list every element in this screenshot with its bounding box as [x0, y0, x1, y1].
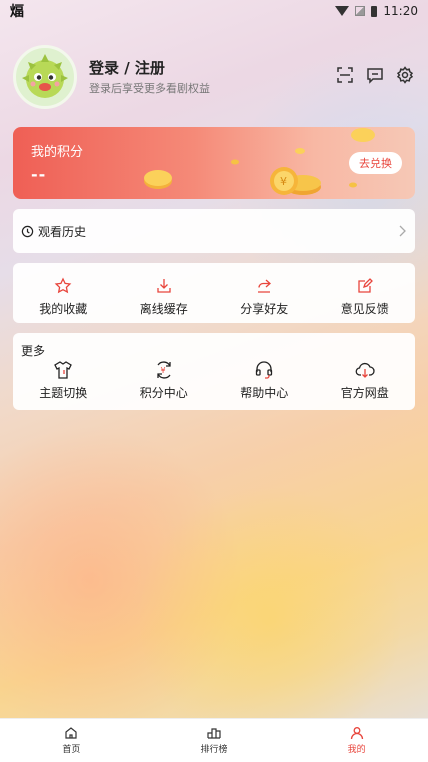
cloud-download-icon [354, 359, 376, 381]
ranking-icon [207, 728, 221, 739]
watch-history-label: 观看历史 [38, 224, 87, 239]
durian-mascot-icon [22, 54, 68, 98]
official-drive-label: 官方网盘 [340, 386, 389, 400]
login-subtitle: 登录后享受更多看剧权益 [89, 82, 210, 95]
feedback-label: 意见反馈 [340, 302, 389, 316]
favorites-label: 我的收藏 [39, 302, 88, 316]
clock-icon [21, 225, 34, 237]
redeem-button[interactable]: 去兑换 [349, 152, 402, 174]
watch-history-row[interactable]: 观看历史 [13, 209, 415, 253]
offline-cache-button[interactable]: 离线缓存 [114, 275, 215, 317]
signal-icon [355, 6, 366, 16]
wifi-icon [335, 6, 350, 16]
home-icon [65, 727, 77, 739]
star-icon [52, 275, 74, 297]
status-right: 11:20 [335, 4, 418, 18]
more-row: 主题切换 ¥ 积分中心 帮助中心 官方网盘 [13, 359, 415, 401]
edit-icon [354, 275, 376, 297]
points-value: -- [31, 165, 47, 184]
favorites-button[interactable]: 我的收藏 [13, 275, 114, 317]
header-actions [335, 65, 415, 85]
download-icon [153, 275, 175, 297]
nav-ranking[interactable]: 排行榜 [143, 719, 286, 762]
login-register-link[interactable]: 登录 / 注册 [89, 57, 165, 78]
battery-icon [371, 5, 378, 17]
offline-cache-label: 离线缓存 [139, 302, 188, 316]
feedback-button[interactable]: 意见反馈 [315, 275, 416, 317]
message-icon[interactable] [365, 65, 385, 85]
share-icon [253, 275, 275, 297]
more-card: 更多 主题切换 ¥ 积分中心 帮助中心 官方网盘 [13, 333, 415, 410]
chevron-right-icon [399, 225, 406, 237]
theme-switch-button[interactable]: 主题切换 [13, 359, 114, 401]
profile-header: 登录 / 注册 登录后享受更多看剧权益 [13, 45, 415, 109]
nav-home-label: 首页 [62, 745, 81, 755]
nav-home[interactable]: 首页 [0, 719, 143, 762]
quick-actions-row: 我的收藏 离线缓存 分享好友 意见反馈 [13, 275, 415, 317]
bottom-nav: 首页 排行榜 我的 [0, 718, 428, 762]
user-icon [350, 727, 363, 740]
share-button[interactable]: 分享好友 [214, 275, 315, 317]
nav-mine-label: 我的 [347, 745, 366, 755]
help-center-label: 帮助中心 [240, 386, 289, 400]
gear-icon[interactable] [395, 65, 415, 85]
points-center-button[interactable]: ¥ 积分中心 [114, 359, 215, 401]
points-icon: ¥ [153, 359, 175, 381]
share-label: 分享好友 [240, 302, 289, 316]
svg-text:¥: ¥ [160, 366, 165, 375]
nav-mine[interactable]: 我的 [285, 719, 428, 762]
nav-ranking-label: 排行榜 [200, 745, 228, 755]
status-left-glyph: 煏 [10, 4, 24, 20]
quick-actions-card: 我的收藏 离线缓存 分享好友 意见反馈 [13, 263, 415, 323]
theme-switch-label: 主题切换 [39, 386, 88, 400]
more-title: 更多 [21, 344, 46, 358]
status-time: 11:20 [383, 4, 418, 18]
help-center-button[interactable]: 帮助中心 [214, 359, 315, 401]
points-title: 我的积分 [31, 145, 84, 160]
official-drive-button[interactable]: 官方网盘 [315, 359, 416, 401]
headset-icon [253, 359, 275, 381]
tshirt-icon [52, 359, 74, 381]
avatar[interactable] [13, 45, 77, 109]
points-card: ¥ 我的积分 -- 去兑换 [13, 127, 415, 199]
svg-text:¥: ¥ [280, 175, 287, 188]
scan-icon[interactable] [335, 65, 355, 85]
status-bar: 煏 11:20 [0, 0, 428, 22]
points-center-label: 积分中心 [139, 386, 188, 400]
